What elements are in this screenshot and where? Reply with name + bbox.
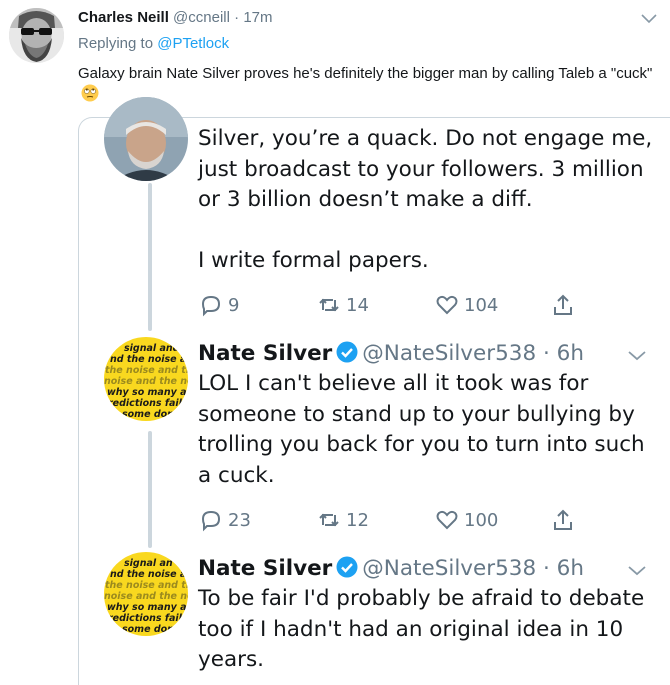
share-action[interactable] [550,507,576,533]
thread-tweet-2-header: Nate Silver @NateSilver538 · 6h [198,341,584,366]
outer-tweet-text-content: Galaxy brain Nate Silver proves he's def… [78,65,653,82]
thread-connector [148,431,152,548]
verified-badge-icon [336,341,358,363]
avatar-text: nd the noise a [110,569,186,580]
retweet-action[interactable]: 12 [316,507,369,533]
avatar-book-cover: signal and nd the noise a the noise and … [104,337,188,421]
thread-tweet-3-header: Nate Silver @NateSilver538 · 6h [198,556,584,581]
author-name[interactable]: Charles Neill [78,9,169,26]
chevron-down-icon[interactable] [625,345,649,365]
thread-tweet-1-text: Silver, you’re a quack. Do not engage me… [198,124,658,277]
share-action[interactable] [550,292,576,318]
tweet-author-name[interactable]: Nate Silver [198,341,332,366]
thread-avatar-nate-silver[interactable]: signal an nd the noise a the noise and t… [104,552,188,636]
tweet-timestamp[interactable]: 6h [557,341,584,366]
replying-to-handle[interactable]: @PTetlock [157,35,229,52]
avatar-text: why so many an [107,602,188,613]
replying-to-line: Replying to @PTetlock [78,35,229,52]
text-line [198,216,658,247]
retweet-icon [319,298,339,312]
thread-tweet-2-text: LOL I can't believe all it took was for … [198,369,658,491]
avatar-text: signal and [124,343,180,354]
author-avatar[interactable] [9,8,64,63]
tweet-timestamp[interactable]: 6h [557,556,584,581]
chevron-down-icon[interactable] [637,9,661,27]
avatar-book-cover: signal an nd the noise a the noise and t… [104,552,188,636]
text-line: just broadcast to your followers. 3 mill… [198,156,644,182]
reply-action[interactable]: 23 [198,507,251,533]
avatar-text: noise and the noi [104,591,188,602]
thread-avatar-taleb[interactable] [104,97,188,181]
heart-icon [436,295,458,315]
tweet-author-name[interactable]: Nate Silver [198,556,332,581]
like-action[interactable]: 100 [434,507,498,533]
reply-count: 9 [228,294,240,316]
retweet-count: 12 [346,509,369,531]
tweet-author-handle[interactable]: @NateSilver538 [362,556,536,581]
avatar-text: the noise and th [105,580,188,591]
avatar-photo [104,97,188,181]
share-icon [554,509,572,530]
text-line: trolling you back for you to turn into s… [198,432,645,457]
avatar-text: redictions fail [108,613,183,624]
text-line: I write formal papers. [198,248,429,273]
heart-icon [436,510,458,530]
text-line: or 3 billion doesn’t make a diff. [198,187,533,212]
reply-icon [201,510,221,532]
avatar-text: signal an [124,558,173,569]
tweet-outer: Charles Neill @ccneill · 17m Replying to… [0,0,670,685]
avatar-text: nd the noise a [110,354,186,365]
replying-prefix: Replying to [78,35,154,52]
retweet-action[interactable]: 14 [316,292,369,318]
text-line: Silver, you’re a quack. Do not engage me… [198,126,653,151]
like-count: 104 [464,294,499,316]
verified-badge-icon [336,556,358,578]
avatar-text: the noise and th [105,365,188,376]
text-line: someone to stand up to your bullying by [198,401,635,427]
text-line: To be fair I'd probably be afraid to deb… [198,586,645,611]
avatar-text: redictions fail [108,398,183,409]
tweet-timestamp[interactable]: 17m [243,9,272,26]
text-line: a cuck. [198,462,275,488]
outer-tweet-header: Charles Neill @ccneill · 17m [78,9,273,26]
reply-icon [201,295,221,317]
thread-tweet-2-actions: 23 12 100 [198,507,598,537]
text-line: years. [198,647,265,672]
avatar-text: why so many an [107,387,188,398]
like-action[interactable]: 104 [434,292,498,318]
separator-dot: · [542,341,550,366]
reply-count: 23 [228,509,251,531]
like-count: 100 [464,509,499,531]
text-line: too if I hadn't had an original idea in … [198,616,624,642]
thread-avatar-nate-silver[interactable]: signal and nd the noise a the noise and … [104,337,188,421]
thread-tweet-3-text: To be fair I'd probably be afraid to deb… [198,584,658,676]
tweet-author-handle[interactable]: @NateSilver538 [362,341,536,366]
thread-tweet-1-actions: 9 14 104 [198,292,598,322]
separator-dot: · [234,9,240,26]
text-line: LOL I can't believe all it took was for [198,371,589,396]
author-handle[interactable]: @ccneill [173,9,230,26]
avatar-image [9,8,64,63]
thread-connector [148,183,152,331]
reply-action[interactable]: 9 [198,292,239,318]
share-icon [554,294,572,315]
outer-tweet-text: Galaxy brain Nate Silver proves he's def… [78,63,663,105]
chevron-down-icon[interactable] [625,560,649,580]
separator-dot: · [542,556,550,581]
retweet-count: 14 [346,294,369,316]
avatar-text: noise and the noi [104,376,188,387]
face-with-rolling-eyes-icon [81,84,99,102]
retweet-icon [319,513,339,527]
